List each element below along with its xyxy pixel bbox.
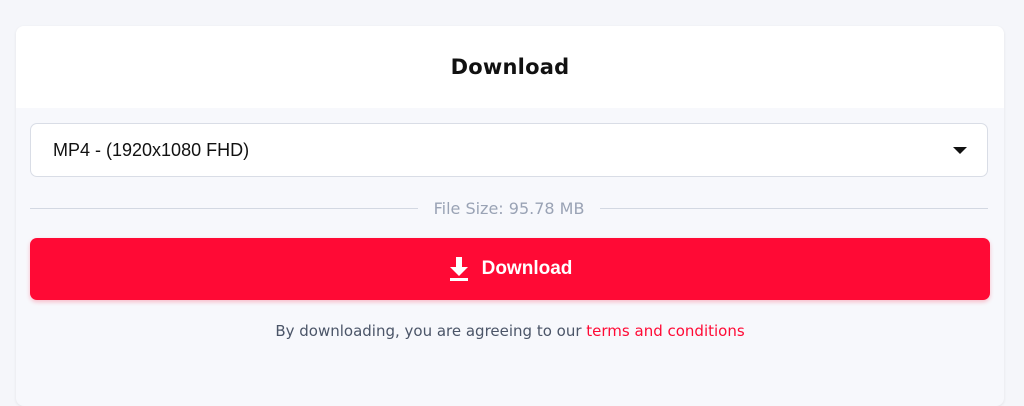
format-select[interactable]: MP4 - (1920x1080 FHD) (30, 123, 988, 177)
terms-prefix: By downloading, you are agreeing to our (275, 322, 587, 340)
download-button-label: Download (481, 258, 573, 279)
terms-link[interactable]: terms and conditions (586, 322, 744, 340)
caret-down-icon (953, 146, 967, 154)
divider-left (30, 207, 418, 209)
download-icon (448, 256, 470, 282)
download-card: Download MP4 - (1920x1080 FHD) File Size… (16, 26, 1004, 406)
page-title: Download (450, 55, 570, 79)
terms-notice: By downloading, you are agreeing to our … (16, 322, 1004, 340)
format-select-value: MP4 - (1920x1080 FHD) (53, 139, 250, 160)
download-button[interactable]: Download (30, 238, 990, 300)
file-size-label: File Size: 95.78 MB (433, 198, 585, 218)
divider-right (600, 207, 989, 209)
card-header: Download (16, 26, 1004, 108)
file-size-row: File Size: 95.78 MB (30, 197, 989, 219)
